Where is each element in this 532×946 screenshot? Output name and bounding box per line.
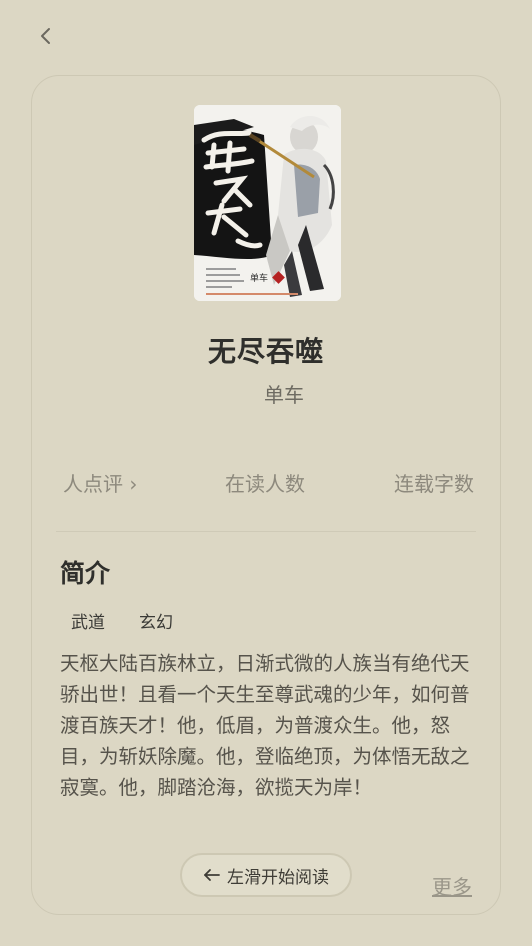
arrow-left-icon (203, 868, 221, 882)
genre-tags: 武道 玄幻 (60, 605, 196, 636)
readers-count-label: 在读人数 (225, 472, 305, 496)
more-link[interactable]: 更多 (432, 871, 472, 900)
genre-tag[interactable]: 玄幻 (128, 605, 184, 636)
genre-tag[interactable]: 武道 (60, 605, 116, 636)
cover-author-mark: 单车 (250, 272, 268, 284)
book-detail-page: 单车 无尽吞噬 单车 人点评 › 在读人数 连载字数 简介 武道 玄幻 天枢大陆… (0, 0, 532, 946)
divider (56, 531, 476, 532)
back-button[interactable] (30, 22, 62, 54)
book-cover-art: 单车 (194, 105, 341, 301)
book-author[interactable]: 单车 (264, 379, 304, 408)
book-cover[interactable]: 单车 (194, 105, 341, 301)
book-info-card: 单车 无尽吞噬 单车 人点评 › 在读人数 连载字数 简介 武道 玄幻 天枢大陆… (31, 75, 501, 915)
synopsis-text: 天枢大陆百族林立，日渐式微的人族当有绝代天骄出世！且看一个天生至尊武魂的少年，如… (60, 652, 470, 799)
word-count-label: 连载字数 (394, 472, 474, 496)
stats-row: 人点评 › 在读人数 连载字数 (32, 468, 500, 498)
chevron-left-icon (39, 26, 53, 50)
intro-heading: 简介 (60, 559, 111, 588)
rating-count-link[interactable]: 人点评 › (63, 468, 137, 497)
book-title: 无尽吞噬 (207, 335, 324, 368)
start-reading-button[interactable]: 左滑开始阅读 (180, 853, 352, 897)
start-reading-label: 左滑开始阅读 (227, 867, 329, 888)
